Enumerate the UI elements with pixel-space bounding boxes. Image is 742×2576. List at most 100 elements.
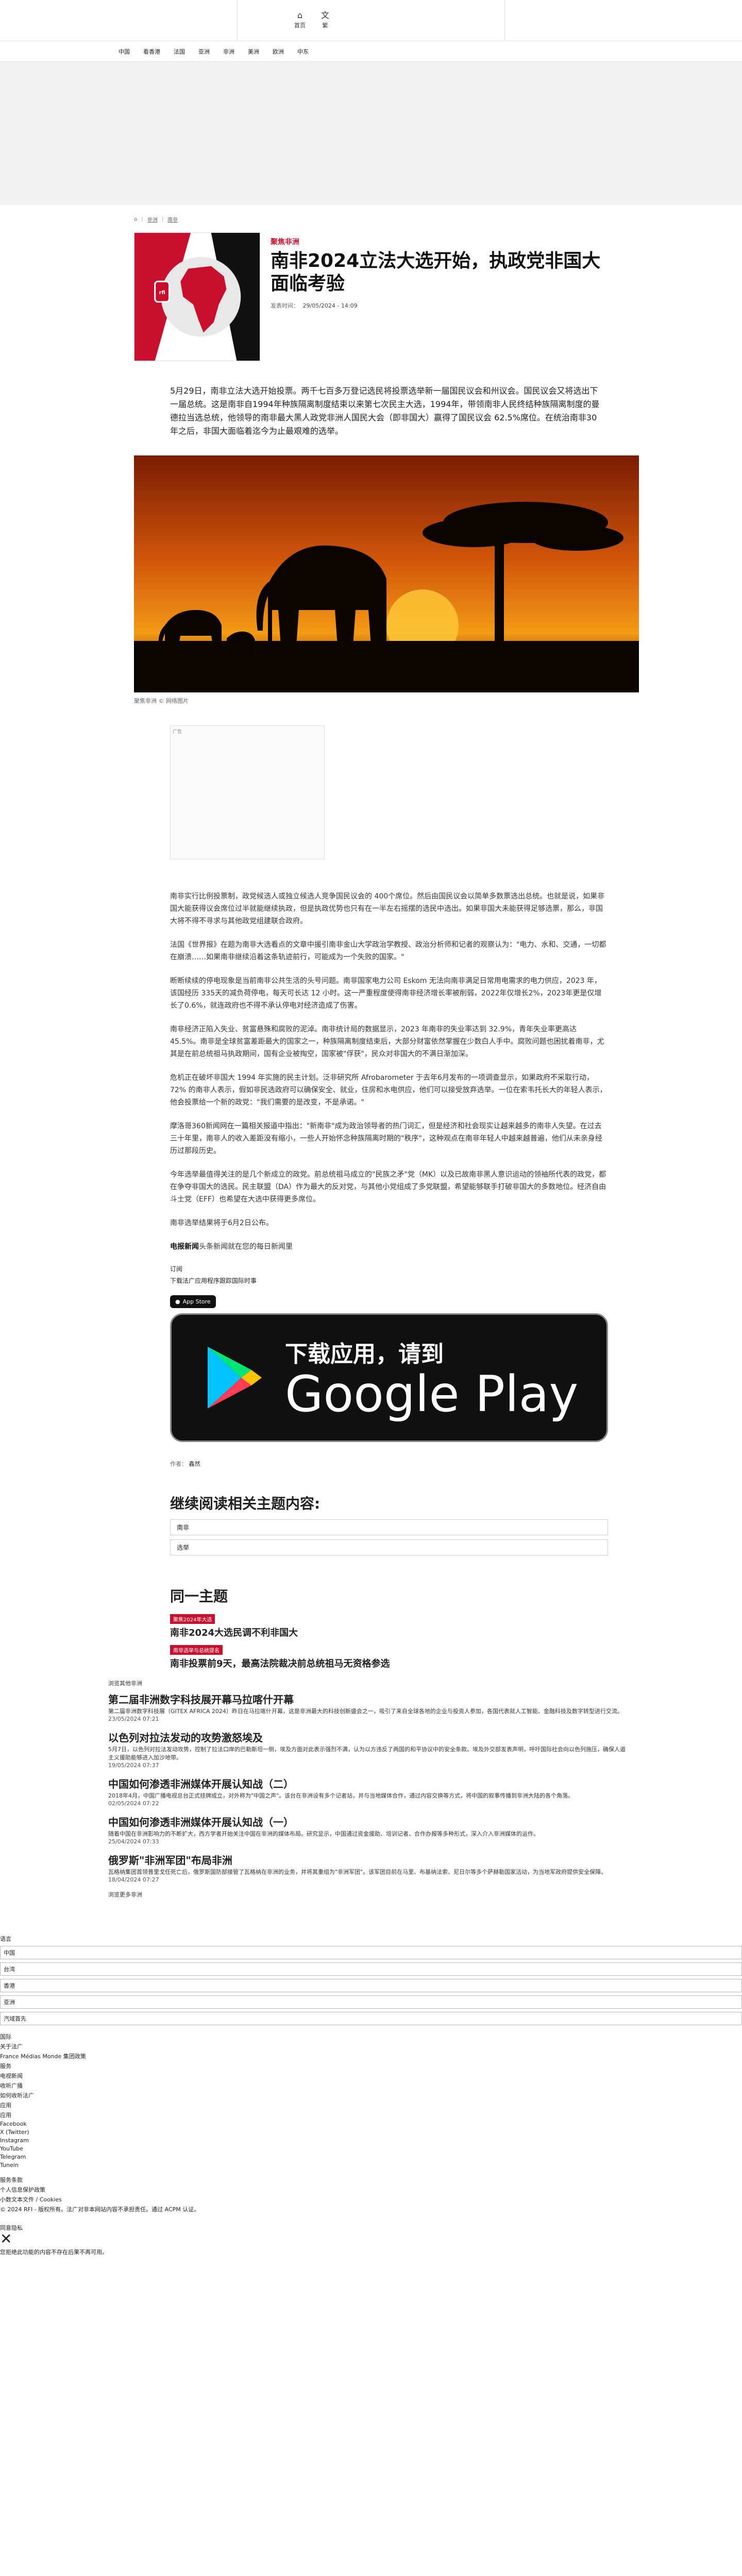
language-option[interactable]: 亚洲 (0, 1995, 742, 2009)
apple-icon: ● (175, 1298, 180, 1305)
breadcrumb-south-africa[interactable]: 南非 (167, 215, 178, 223)
breadcrumb-africa[interactable]: 非洲 (147, 215, 158, 223)
footer-link[interactable]: 服务 (0, 2062, 742, 2070)
article-category[interactable]: 聚焦非洲 (271, 236, 608, 247)
google-play-top-text: 下载应用，请到 (285, 1341, 444, 1367)
footer-link[interactable]: YouTube (0, 2145, 742, 2152)
same-topic-list: 聚焦2024年大选 南非2024大选民调不利非国大 南非选举与总统提名 南非投票… (170, 1614, 608, 1670)
publish-date: 发表时间： 29/05/2024 - 14:09 (271, 301, 608, 310)
cookie-label: 同意隐私 (0, 2225, 23, 2231)
tag-election[interactable]: 选举 (170, 1539, 608, 1555)
same-topic-badge: 南非选举与总统提名 (170, 1645, 223, 1655)
article-container: ⌂ | 非洲 | 南非 rfi 聚焦非洲 南非2024立法大选开始，执政党非国大… (134, 215, 639, 1670)
language-label: 繁 (322, 22, 328, 29)
home-link[interactable]: ⌂ 首页 (294, 11, 306, 29)
site-footer: 语言 中国 台湾 香港 亚洲 汽域首先 国际 关于法广 France Média… (0, 1935, 742, 2256)
news-title[interactable]: 第二届非洲数字科技展开幕马拉喀什开幕 (108, 1691, 742, 1706)
article-paragraph: 摩洛哥360新闻网在一篇相关报道中指出："新南非"成为政治领导者的热门词汇，但是… (170, 1122, 602, 1155)
top-header-inner: ⌂ 首页 文 繁 (237, 0, 505, 41)
language-option[interactable]: 汽域首先 (0, 2012, 742, 2025)
app-store-label: App Store (182, 1298, 211, 1305)
breadcrumb-separator: | (141, 216, 143, 222)
more-africa-link[interactable]: 浏览更多非洲 (108, 1890, 742, 1899)
footer-link[interactable]: 收听广播 (0, 2081, 742, 2090)
elephant-sunset-image (134, 455, 639, 692)
news-title[interactable]: 俄罗斯"非洲军团"布局非洲 (108, 1852, 742, 1867)
article-header-text: 聚焦非洲 南非2024立法大选开始，执政党非国大面临考验 发表时间： 29/05… (271, 232, 608, 361)
footer-link[interactable]: 应用 (0, 2111, 742, 2119)
publish-date-value: 29/05/2024 - 14:09 (302, 302, 358, 309)
tag-south-africa[interactable]: 南非 (170, 1519, 608, 1535)
home-icon: ⌂ (297, 10, 303, 20)
same-topic-headline[interactable]: 南非投票前9天，最高法院裁决前总统祖马无资格参选 (170, 1656, 608, 1670)
footer-link[interactable]: France Médias Monde 集团政策 (0, 2052, 742, 2060)
footer-link[interactable]: Telegram (0, 2154, 742, 2160)
home-label: 首页 (294, 22, 306, 29)
nav-item-hongkong[interactable]: 看香港 (143, 47, 160, 56)
article-lead: 5月29日，南非立法大选开始投票。两千七百多万登记选民将投票选举新一届国民议会和… (170, 386, 600, 436)
news-description: 5月7日，以色列对拉法发动攻势，控制了拉法口岸的巴勒斯坦一侧，埃及方面对此表示强… (108, 1746, 626, 1761)
language-option[interactable]: 台湾 (0, 1962, 742, 1976)
news-title[interactable]: 以色列对拉法发动的攻势激怒埃及 (108, 1730, 742, 1744)
footer-link[interactable]: X (Twitter) (0, 2129, 742, 2136)
article-paragraph: 南非选举结果将于6月2日公布。 (170, 1219, 273, 1227)
nav-item-europe[interactable]: 欧洲 (273, 47, 284, 56)
nav-item-america[interactable]: 美洲 (248, 47, 259, 56)
news-item[interactable]: 中国如何渗透非洲媒体开展认知战（一） 随着中国在非洲影响力的不断扩大，西方学者开… (108, 1814, 742, 1845)
copyright: © 2024 RFI - 版权所有。法广对非本网站内容不承担责任。通过 ACPM… (0, 2206, 200, 2213)
footer-link[interactable]: 国际 (0, 2032, 742, 2041)
news-description: 2018年4月，中国广播电视总台正式挂牌成立，对外称为"中国之声"。该台在非洲设… (108, 1792, 574, 1799)
footer-link[interactable]: Facebook (0, 2121, 742, 2127)
ad-label: 广告 (173, 730, 182, 735)
article-paragraph: 危机正在破坏非国大 1994 年实施的民主计划。泛非研究所 Afrobarome… (170, 1074, 607, 1107)
legal-link[interactable]: 小数文本文件 / Cookies (0, 2195, 742, 2204)
cookie-notice: 同意隐私 ✕ 您拒绝此功能的内容不存在后果不再可用。 (0, 2224, 742, 2256)
article-body: 南非实行比例投票制，政党候选人或独立候选人竞争国民议会的 400个席位。然后由国… (170, 890, 608, 1670)
same-topic-item[interactable]: 聚焦2024年大选 南非2024大选民调不利非国大 (170, 1614, 608, 1639)
same-topic-title: 同一主题 (170, 1588, 228, 1605)
subscribe-link[interactable]: 订阅 (170, 1264, 608, 1273)
same-topic-headline[interactable]: 南非2024大选民调不利非国大 (170, 1625, 608, 1639)
newsletter-promo: 电报新闻头条新闻就在您的每日新闻里 (170, 1241, 608, 1253)
top-ad-banner (0, 62, 742, 205)
news-title[interactable]: 中国如何渗透非洲媒体开展认知战（一） (108, 1814, 742, 1829)
news-title[interactable]: 中国如何渗透非洲媒体开展认知战（二） (108, 1776, 742, 1791)
news-item[interactable]: 中国如何渗透非洲媒体开展认知战（二） 2018年4月，中国广播电视总台正式挂牌成… (108, 1776, 742, 1807)
language-option[interactable]: 中国 (0, 1946, 742, 1959)
footer-link[interactable]: 电视新闻 (0, 2072, 742, 2080)
legal-link[interactable]: 个人信息保护政策 (0, 2185, 742, 2194)
news-item[interactable]: 第二届非洲数字科技展开幕马拉喀什开幕 第二届非洲数字科技展（GITEX AFRI… (108, 1691, 742, 1722)
author-name[interactable]: 鑫然 (189, 1461, 200, 1467)
news-date: 02/05/2024 07:22 (108, 1800, 159, 1807)
newsletter-prefix: 电报新闻 (170, 1243, 199, 1251)
footer-language-label: 语言 (0, 1936, 11, 1942)
nav-item-middleeast[interactable]: 中东 (297, 47, 309, 56)
inline-ad[interactable]: 广告 (170, 725, 325, 859)
language-option[interactable]: 香港 (0, 1979, 742, 1992)
news-item[interactable]: 俄罗斯"非洲军团"布局非洲 瓦格纳集团首领普里戈任死亡后，俄罗斯国防部接管了瓦格… (108, 1852, 742, 1883)
google-play-banner[interactable]: 下载应用，请到 Google Play (170, 1313, 608, 1442)
news-date: 19/05/2024 07:37 (108, 1762, 159, 1769)
article-paragraph: 今年选举最值得关注的是几个新成立的政党。前总统祖马成立的"民族之矛"党（MK）以… (170, 1171, 606, 1204)
nav-item-asia[interactable]: 亚洲 (198, 47, 210, 56)
footer-link[interactable]: 如何收听法广 (0, 2091, 742, 2099)
app-store-button[interactable]: ● App Store (170, 1295, 216, 1308)
same-topic-badge: 聚焦2024年大选 (170, 1614, 215, 1624)
nav-item-africa[interactable]: 非洲 (223, 47, 234, 56)
news-description: 瓦格纳集团首领普里戈任死亡后，俄罗斯国防部接管了瓦格纳在非洲的业务，并将其重组为… (108, 1869, 607, 1875)
close-icon[interactable]: ✕ (0, 2232, 742, 2246)
footer-link[interactable]: Instagram (0, 2137, 742, 2144)
author-line: 作者： 鑫然 (170, 1460, 608, 1468)
footer-link[interactable]: 应用 (0, 2101, 742, 2109)
news-description: 第二届非洲数字科技展（GITEX AFRICA 2024）昨日在马拉喀什开幕，这… (108, 1708, 623, 1715)
nav-item-france[interactable]: 法国 (174, 47, 185, 56)
language-toggle[interactable]: 文 繁 (321, 11, 329, 29)
footer-link[interactable]: Tunein (0, 2162, 742, 2168)
footer-link[interactable]: 关于法广 (0, 2042, 742, 2050)
news-item[interactable]: 以色列对拉法发动的攻势激怒埃及 5月7日，以色列对拉法发动攻势，控制了拉法口岸的… (108, 1730, 742, 1769)
breadcrumb-separator: | (161, 216, 164, 222)
same-topic-item[interactable]: 南非选举与总统提名 南非投票前9天，最高法院裁决前总统祖马无资格参选 (170, 1645, 608, 1670)
legal-link[interactable]: 服务条款 (0, 2176, 742, 2184)
breadcrumb-home-icon[interactable]: ⌂ (134, 216, 137, 222)
nav-item-china[interactable]: 中国 (119, 47, 130, 56)
